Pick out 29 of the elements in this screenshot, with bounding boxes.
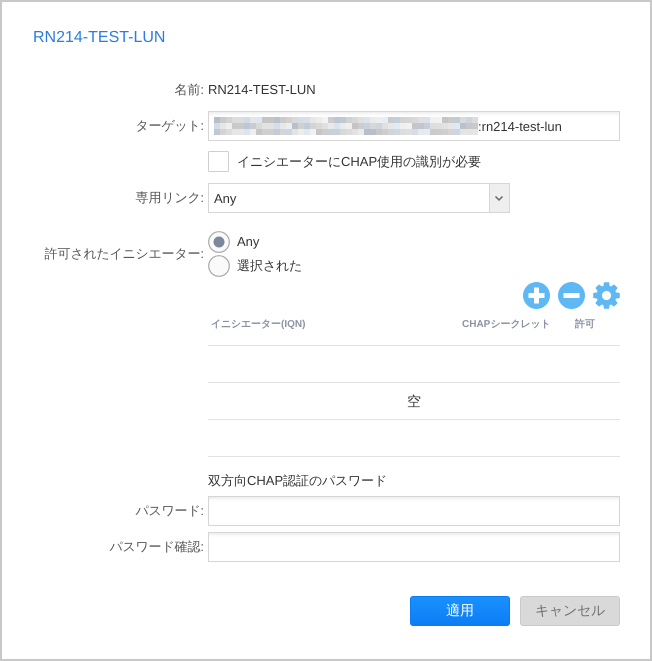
password-field[interactable] bbox=[208, 496, 620, 526]
radio-button[interactable] bbox=[208, 255, 230, 277]
radio-button[interactable] bbox=[208, 231, 230, 253]
field-label: ターゲット: bbox=[135, 117, 204, 135]
target-field[interactable]: :rn214-test-lun bbox=[208, 111, 620, 141]
dialog-title: RN214-TEST-LUN bbox=[33, 28, 166, 48]
radio-label[interactable]: 選択された bbox=[237, 256, 302, 276]
field-label: パスワード確認: bbox=[109, 538, 204, 556]
field-label: パスワード: bbox=[135, 502, 204, 520]
password-confirm-field[interactable] bbox=[208, 532, 620, 562]
name-value: RN214-TEST-LUN bbox=[208, 81, 316, 99]
column-header: イニシエーター(IQN) bbox=[211, 318, 306, 332]
radio-label[interactable]: Any bbox=[237, 232, 260, 252]
checkbox-label[interactable]: イニシエーターにCHAP使用の識別が必要 bbox=[237, 152, 482, 172]
column-header: CHAPシークレット bbox=[462, 318, 550, 332]
column-header: 許可 bbox=[575, 318, 595, 332]
settings-icon[interactable] bbox=[593, 282, 620, 309]
field-label: 許可されたイニシエーター: bbox=[44, 245, 204, 263]
add-icon[interactable] bbox=[523, 282, 550, 309]
field-label: 名前: bbox=[174, 81, 204, 99]
caret-icon[interactable] bbox=[489, 184, 509, 212]
apply-button[interactable]: 適用 bbox=[410, 596, 510, 626]
checkbox[interactable] bbox=[208, 151, 229, 172]
remove-icon[interactable] bbox=[558, 282, 585, 309]
field-label: 専用リンク: bbox=[135, 189, 204, 207]
link-select[interactable]: Any bbox=[208, 183, 510, 213]
section-title: 双方向CHAP認証のパスワード bbox=[208, 472, 388, 490]
cancel-button[interactable]: キャンセル bbox=[520, 596, 620, 626]
empty-table-text: 空 bbox=[407, 392, 421, 411]
